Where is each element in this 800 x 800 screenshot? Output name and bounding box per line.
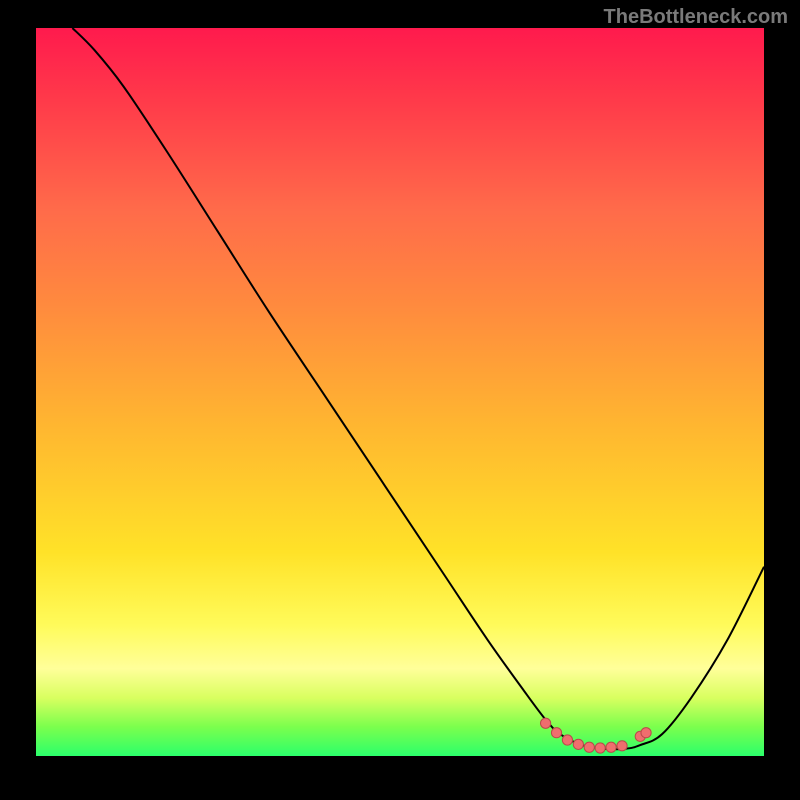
optimal-marker [617, 741, 627, 751]
optimal-marker [606, 742, 616, 752]
optimal-marker [573, 739, 583, 749]
optimal-marker [551, 728, 561, 738]
chart-plot-area [36, 28, 764, 756]
attribution-text: TheBottleneck.com [604, 6, 788, 29]
optimal-marker [562, 735, 572, 745]
optimal-marker [595, 743, 605, 753]
optimal-marker [641, 728, 651, 738]
optimal-marker [541, 718, 551, 728]
optimal-marker [584, 742, 594, 752]
chart-svg [36, 28, 764, 756]
bottleneck-curve-line [72, 28, 764, 749]
